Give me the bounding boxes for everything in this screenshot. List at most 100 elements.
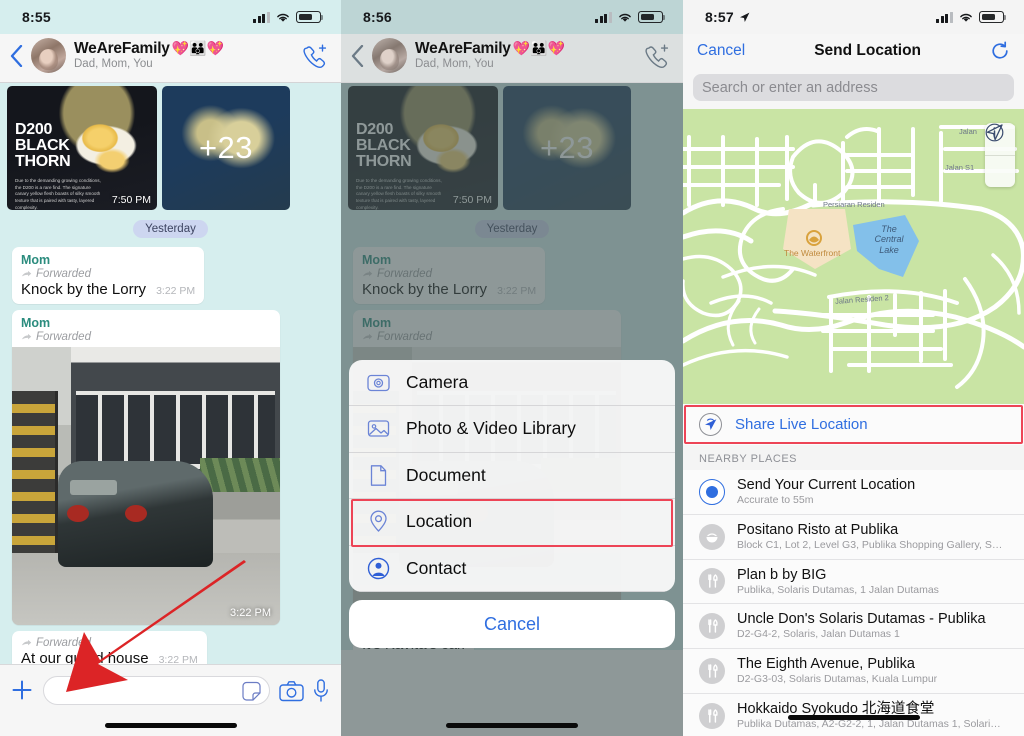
plus-attach-icon[interactable]: [10, 678, 34, 702]
chat-header: WeAreFamily 💖👪💖 Dad, Mom, You: [0, 34, 341, 83]
sheet-item-photo-library[interactable]: Photo & Video Library: [349, 406, 675, 453]
map-street-label: Jalan S1: [945, 163, 975, 172]
place-subtitle: Accurate to 55m: [737, 494, 814, 507]
chat-title-block[interactable]: WeAreFamily 💖👪💖 Dad, Mom, You: [415, 40, 635, 71]
search-placeholder: Search or enter an address: [702, 79, 878, 96]
home-indicator: [104, 723, 237, 728]
status-time: 8:56: [363, 9, 392, 25]
media-card-durian[interactable]: D200BLACKTHORN Due to the demanding grow…: [7, 86, 157, 210]
current-location-radio-icon: [699, 478, 725, 505]
sheet-item-label: Camera: [406, 371, 469, 392]
forwarded-arrow-icon: [21, 270, 32, 277]
restaurant-bowl-icon: [699, 523, 725, 550]
location-services-icon: [739, 12, 750, 22]
sheet-item-camera[interactable]: Camera: [349, 360, 675, 406]
share-live-location-row[interactable]: Share Live Location: [683, 404, 1024, 445]
back-chevron-icon[interactable]: [10, 44, 23, 67]
place-text-block: Positano Risto at Publika Block C1, Lot …: [737, 521, 1005, 553]
search-bar-wrap: Search or enter an address: [683, 68, 1024, 109]
photo-timestamp: 3:22 PM: [230, 607, 271, 619]
media-card-more[interactable]: +23: [162, 86, 290, 210]
media-timestamp: 7:50 PM: [111, 194, 151, 206]
status-bar: 8:55: [0, 0, 341, 34]
map-street-label: Jalan: [959, 127, 977, 136]
document-icon: [370, 464, 387, 486]
message-input-field[interactable]: [43, 676, 270, 705]
sheet-item-label: Location: [406, 511, 473, 532]
place-name: The Eighth Avenue, Publika: [737, 656, 915, 673]
chat-title-block[interactable]: WeAreFamily 💖👪💖 Dad, Mom, You: [74, 40, 293, 71]
place-text-block: Plan b by BIG Publika, Solaris Dutamas, …: [737, 566, 939, 598]
forwarded-label: Forwarded: [36, 331, 91, 343]
place-row[interactable]: Plan b by BIG Publika, Solaris Dutamas, …: [683, 559, 1024, 605]
nearby-places-header: NEARBY PLACES: [683, 445, 1024, 470]
place-row-current-location[interactable]: Send Your Current Location Accurate to 5…: [683, 470, 1024, 515]
place-subtitle: Publika, Solaris Dutamas, 1 Jalan Dutama…: [737, 583, 939, 596]
media-more-count: +23: [198, 130, 254, 165]
sheet-item-contact[interactable]: Contact: [349, 546, 675, 592]
avatar[interactable]: [31, 38, 66, 73]
sheet-item-label: Photo & Video Library: [406, 418, 576, 439]
refresh-icon[interactable]: [990, 41, 1010, 61]
location-pin-icon: [370, 510, 387, 533]
wifi-icon: [960, 13, 972, 22]
place-row[interactable]: Positano Risto at Publika Block C1, Lot …: [683, 514, 1024, 560]
sticker-icon[interactable]: [241, 681, 262, 702]
map-locate-button[interactable]: [985, 124, 1015, 187]
place-text-block: Uncle Don's Solaris Dutamas - Publika D2…: [737, 610, 986, 642]
status-bar: 8:57: [683, 0, 1024, 34]
map-lake-label: The Central Lake: [874, 224, 904, 255]
status-bar: 8:56: [341, 0, 683, 34]
wifi-icon: [277, 13, 289, 22]
chat-header: WeAreFamily 💖👪💖 Dad, Mom, You: [341, 34, 683, 83]
action-sheet-list: Camera Photo & Video Library Document Lo…: [349, 359, 675, 592]
live-location-icon: [699, 413, 722, 436]
sheet-item-location[interactable]: Location: [349, 499, 675, 546]
search-input[interactable]: Search or enter an address: [693, 74, 1014, 101]
microphone-icon[interactable]: [313, 679, 329, 702]
wifi-icon: [619, 13, 631, 22]
forwarded-label: Forwarded: [36, 268, 91, 280]
location-nav-bar: Cancel Send Location: [683, 34, 1024, 68]
add-call-icon[interactable]: [643, 43, 671, 69]
cancel-button[interactable]: Cancel: [697, 42, 745, 60]
message-bubble[interactable]: Mom Forwarded Knock by the Lorry 3:22 PM: [12, 247, 205, 304]
panel-chat-screen: D200 BLACK THORN Due to the demanding grow…: [0, 0, 341, 736]
chat-subtitle: Dad, Mom, You: [74, 58, 153, 71]
cancel-label: Cancel: [483, 613, 541, 634]
camera-icon[interactable]: [279, 680, 304, 702]
avatar[interactable]: [372, 38, 407, 73]
panel-send-location: 8:57 Cancel Send Location Search or ente…: [683, 0, 1024, 736]
status-time: 8:57: [705, 9, 734, 25]
battery-icon: [296, 11, 324, 23]
battery-icon: [979, 11, 1007, 23]
map-vector: [683, 109, 1024, 404]
durian-description: Due to the demanding growing conditions,…: [15, 178, 101, 210]
map-controls: [985, 123, 1015, 187]
cellular-signal-icon: [253, 11, 270, 23]
photo-library-icon: [367, 420, 390, 437]
add-call-icon[interactable]: [301, 43, 329, 69]
place-subtitle: D2-G4-2, Solaris, Jalan Dutamas 1: [737, 628, 900, 641]
accident-photo[interactable]: 3:22 PM: [12, 347, 280, 625]
map-view[interactable]: Jalan Jalan S1 Persiaran Residen Jalan R…: [683, 109, 1024, 404]
message-bubble-photo[interactable]: Mom Forwarded 3:22 PM: [12, 310, 280, 625]
place-name: Send Your Current Location: [737, 477, 916, 493]
cancel-button[interactable]: Cancel: [349, 600, 675, 648]
place-name: Plan b by BIG: [737, 566, 827, 583]
cellular-signal-icon: [595, 11, 612, 23]
back-chevron-icon[interactable]: [351, 44, 364, 67]
sheet-item-label: Document: [406, 464, 486, 485]
chat-title-emoji: 💖👪💖: [171, 39, 225, 56]
attachment-action-sheet: Camera Photo & Video Library Document Lo…: [349, 359, 675, 648]
message-sender: Mom: [21, 316, 51, 330]
place-row[interactable]: The Eighth Avenue, Publika D2-G3-03, Sol…: [683, 649, 1024, 694]
message-text: Knock by the Lorry: [21, 281, 147, 298]
place-row[interactable]: Uncle Don's Solaris Dutamas - Publika D2…: [683, 604, 1024, 650]
sheet-item-document[interactable]: Document: [349, 453, 675, 499]
day-separator-label: Yesterday: [133, 220, 208, 238]
place-subtitle: D2-G3-03, Solaris Dutamas, Kuala Lumpur: [737, 673, 938, 686]
place-subtitle: Block C1, Lot 2, Level G3, Publika Shopp…: [737, 538, 1005, 551]
navigation-arrow-icon: [986, 124, 1003, 141]
cutlery-icon: [699, 613, 725, 640]
